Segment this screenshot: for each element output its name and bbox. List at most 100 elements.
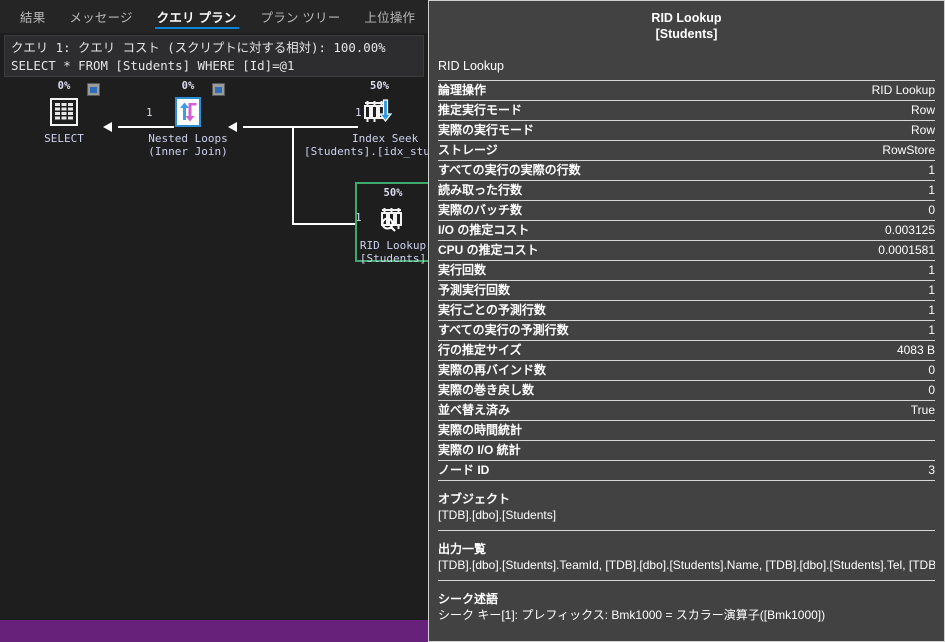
tooltip-property-value: 1: [928, 283, 935, 297]
node-cost-percent: 0%: [181, 80, 195, 92]
plan-node-nested-loops[interactable]: 0% Nested Loops (Inner Join): [140, 80, 236, 158]
tab-label: プラン ツリー: [260, 11, 341, 25]
tooltip-title: RID Lookup: [651, 11, 722, 25]
tooltip-property-value: 0.0001581: [878, 243, 935, 257]
tooltip-detail-key: シーク述語: [438, 592, 499, 606]
tooltip-property-key: 実行回数: [438, 263, 487, 277]
tooltip-property-row: 並べ替え済み True: [438, 400, 935, 420]
tooltip-property-row: I/O の推定コスト 0.003125: [438, 220, 935, 240]
tab-label: 上位操作: [364, 11, 416, 25]
tooltip-detail-value: [TDB].[dbo].[Students].TeamId, [TDB].[db…: [438, 558, 935, 572]
tab-top-operations[interactable]: 上位操作: [352, 0, 427, 33]
tooltip-property-row: 実際の再バインド数 0: [438, 360, 935, 380]
tooltip-property-key: CPU の推定コスト: [438, 243, 539, 257]
tooltip-property-row: 推定実行モード Row: [438, 100, 935, 120]
tooltip-property-value: 0: [928, 203, 935, 217]
node-label-line2: [Students]: [359, 252, 427, 265]
tooltip-property-key: 読み取った行数: [438, 183, 523, 197]
connector-indexseek-to-nestedloops: [243, 126, 358, 128]
node-cost-percent: 50%: [383, 187, 403, 199]
tooltip-property-row: ノード ID 3: [438, 460, 935, 480]
tooltip-property-value: 1: [928, 263, 935, 277]
tooltip-property-row: 実行回数 1: [438, 260, 935, 280]
tooltip-property-value: 1: [928, 303, 935, 317]
execution-plan-canvas[interactable]: 1 1 1 0% SELECT 0% Nested Loops (Inner J…: [0, 78, 428, 620]
tooltip-property-list: 論理操作 RID Lookup 推定実行モード Row 実際の実行モード Row ストレージ…: [438, 80, 935, 480]
tooltip-property-key: 予測実行回数: [438, 283, 511, 297]
tooltip-detail-key: 出力一覧: [438, 542, 487, 556]
select-result-icon: [46, 94, 82, 130]
tab-query-plan[interactable]: クエリ プラン: [145, 0, 249, 33]
tooltip-property-row: 論理操作 RID Lookup: [438, 80, 935, 100]
tooltip-property-row: 実行ごとの予測行数 1: [438, 300, 935, 320]
tooltip-property-row: 実際の巻き戻し数 0: [438, 380, 935, 400]
node-cost-percent: 0%: [57, 80, 71, 92]
tooltip-property-key: I/O の推定コスト: [438, 223, 530, 237]
query-sql-line: SELECT * FROM [Students] WHERE [Id]=@1: [11, 58, 295, 73]
tab-messages[interactable]: メッセージ: [57, 0, 144, 33]
tooltip-property-key: ノード ID: [438, 463, 490, 477]
tab-results[interactable]: 結果: [8, 0, 57, 33]
plan-node-rid-lookup[interactable]: 50% RID Lookup [Students]: [356, 187, 428, 265]
tab-label: メッセージ: [69, 11, 133, 25]
node-label-line1: SELECT: [44, 132, 84, 145]
tooltip-detail-key: オブジェクト: [438, 492, 511, 506]
arrowhead-to-select: [103, 122, 112, 132]
query-cost-header: クエリ 1: クエリ コスト (スクリプトに対する相対): 100.00% SE…: [4, 35, 424, 77]
node-label-line1: Index Seek: [352, 132, 419, 145]
tooltip-property-value: 4083 B: [896, 343, 935, 357]
tab-plan-tree[interactable]: プラン ツリー: [249, 0, 353, 33]
tooltip-property-value: 1: [928, 163, 935, 177]
connector-vertical-ridlookup: [292, 126, 294, 225]
tooltip-property-value: 1: [928, 183, 935, 197]
rid-lookup-icon: [375, 201, 411, 237]
results-tabstrip: 結果 メッセージ クエリ プラン プラン ツリー 上位操作: [0, 0, 428, 33]
nested-loops-icon: [170, 94, 206, 130]
tooltip-property-key: 推定実行モード: [438, 103, 523, 117]
node-label-line1: Nested Loops: [148, 132, 228, 145]
tooltip-property-row: 実際の実行モード Row: [438, 120, 935, 140]
tooltip-property-row: すべての実行の実際の行数 1: [438, 160, 935, 180]
tooltip-detail-value: [TDB].[dbo].[Students]: [438, 508, 557, 522]
tooltip-property-value: 3: [928, 463, 935, 477]
tooltip-property-value: RID Lookup: [871, 83, 935, 97]
tooltip-property-key: 実際の I/O 統計: [438, 443, 521, 457]
tooltip-property-key: 実際の巻き戻し数: [438, 383, 535, 397]
index-seek-icon: [358, 94, 394, 130]
query-cost-line: クエリ 1: クエリ コスト (スクリプトに対する相対): 100.00%: [11, 40, 386, 55]
tooltip-property-row: 実際のバッチ数 0: [438, 200, 935, 220]
tooltip-property-key: 実際の時間統計: [438, 423, 523, 437]
node-label-line1: RID Lookup: [359, 239, 427, 252]
tooltip-physical-operation: RID Lookup: [438, 59, 505, 73]
tooltip-property-row: 読み取った行数 1: [438, 180, 935, 200]
query-plan-window: 結果 メッセージ クエリ プラン プラン ツリー 上位操作 クエリ 1: クエリ…: [0, 0, 945, 642]
node-label-line2: [Students].[idx_stude: [304, 145, 428, 158]
tooltip-property-row: 予測実行回数 1: [438, 280, 935, 300]
tab-label: 結果: [20, 11, 46, 25]
tooltip-property-value: 0: [928, 363, 935, 377]
tooltip-property-value: 1: [928, 323, 935, 337]
tooltip-property-value: 0.003125: [884, 223, 935, 237]
tab-label: クエリ プラン: [156, 11, 237, 25]
plan-node-select[interactable]: 0% SELECT: [28, 80, 100, 145]
tooltip-property-value: Row: [910, 123, 935, 137]
node-label-line2: (Inner Join): [148, 145, 228, 158]
operator-details-tooltip: RID Lookup [Students] RID Lookup 論理操作 RID…: [428, 0, 945, 642]
tooltip-detail-block: 出力一覧 [TDB].[dbo].[Students].TeamId, [TDB]…: [438, 530, 935, 580]
tooltip-property-row: ストレージ RowStore: [438, 140, 935, 160]
tooltip-property-value: Row: [910, 103, 935, 117]
tooltip-property-row: 行の推定サイズ 4083 B: [438, 340, 935, 360]
tooltip-property-key: 実際の実行モード: [438, 123, 535, 137]
tooltip-property-key: 行の推定サイズ: [438, 343, 522, 357]
tooltip-property-key: すべての実行の予測行数: [438, 323, 569, 337]
tooltip-subtitle: [Students]: [655, 27, 718, 41]
plan-node-index-seek[interactable]: 50% Index Seek [Students].[idx_stude: [304, 80, 428, 158]
node-cost-percent: 50%: [370, 80, 389, 92]
tooltip-property-key: 実際のバッチ数: [438, 203, 523, 217]
tooltip-property-key: 並べ替え済み: [438, 403, 511, 417]
tooltip-property-row: CPU の推定コスト 0.0001581: [438, 240, 935, 260]
tooltip-detail-blocks: オブジェクト [TDB].[dbo].[Students] 出力一覧 [TDB].[d…: [438, 480, 935, 630]
tooltip-property-value: RowStore: [882, 143, 935, 157]
tooltip-detail-block: シーク述語 シーク キー[1]: プレフィックス: Bmk1000 = スカラー演…: [438, 580, 935, 630]
tooltip-property-key: 実行ごとの予測行数: [438, 303, 546, 317]
